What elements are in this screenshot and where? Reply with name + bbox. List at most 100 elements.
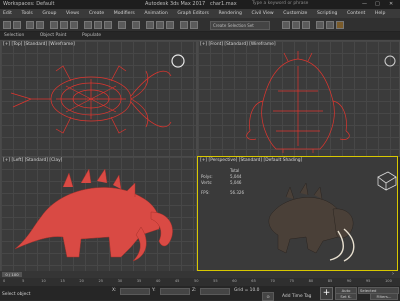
minimize-button[interactable]: — bbox=[362, 1, 367, 7]
scale-icon[interactable] bbox=[104, 21, 112, 29]
menu-scripting[interactable]: Scripting bbox=[317, 9, 337, 18]
mirror-icon[interactable] bbox=[180, 21, 188, 29]
timeline-tick-label: 60 bbox=[232, 279, 237, 283]
coord-z-field[interactable] bbox=[200, 288, 230, 295]
timeline-tick-label: 90 bbox=[346, 279, 352, 283]
time-slider[interactable]: 0 / 100 › bbox=[0, 271, 400, 278]
snap-icon[interactable] bbox=[146, 21, 154, 29]
tab-selection[interactable]: Selection bbox=[4, 32, 24, 39]
angle-snap-icon[interactable] bbox=[156, 21, 164, 29]
align-icon[interactable] bbox=[190, 21, 198, 29]
viewcube-persp-icon bbox=[377, 171, 397, 184]
timeline-tick-label: 10 bbox=[41, 279, 46, 283]
menu-create[interactable]: Create bbox=[89, 9, 104, 18]
material-editor-icon[interactable] bbox=[302, 21, 310, 29]
pivot-icon[interactable] bbox=[132, 21, 140, 29]
file-name: char1.max bbox=[210, 1, 237, 7]
left-clay-model bbox=[14, 168, 173, 262]
app-title: Autodesk 3ds Max 2017 bbox=[145, 1, 206, 7]
maximize-button[interactable]: □ bbox=[375, 1, 380, 7]
set-key-button[interactable]: Set K. bbox=[335, 293, 357, 300]
region-select-icon[interactable] bbox=[70, 21, 78, 29]
menu-tools[interactable]: Tools bbox=[22, 9, 33, 18]
timeline-tick-label: 100 bbox=[385, 279, 392, 283]
menu-bar: Edit Tools Group Views Create Modifiers … bbox=[0, 9, 400, 18]
link-icon[interactable] bbox=[26, 21, 34, 29]
timeline-tick-label: 35 bbox=[136, 279, 142, 283]
timeline-tick-label: 80 bbox=[308, 279, 314, 283]
reference-coord-icon[interactable] bbox=[118, 21, 126, 29]
schematic-view-icon[interactable] bbox=[292, 21, 300, 29]
undo-icon[interactable] bbox=[3, 21, 11, 29]
render-icon[interactable] bbox=[336, 21, 344, 29]
timeline-tick-label: 50 bbox=[194, 279, 199, 283]
status-bar: Select object X: Y: Z: Grid = 10.0 Add T… bbox=[0, 286, 400, 301]
timeline-tick-label: 75 bbox=[289, 279, 295, 283]
coord-y-label: Y: bbox=[152, 288, 156, 293]
time-slider-handle[interactable]: 0 / 100 bbox=[2, 272, 22, 277]
select-by-name-icon[interactable] bbox=[60, 21, 68, 29]
curve-editor-icon[interactable] bbox=[282, 21, 290, 29]
viewport-perspective[interactable]: [+] [Perspective] [Standard] [Default Sh… bbox=[197, 156, 398, 271]
coord-x-field[interactable] bbox=[120, 288, 150, 295]
viewcube-icon bbox=[171, 54, 185, 68]
unlink-icon[interactable] bbox=[36, 21, 44, 29]
timeline-tick-label: 65 bbox=[251, 279, 256, 283]
key-filters-button[interactable]: Filters... bbox=[370, 293, 398, 300]
menu-group[interactable]: Group bbox=[42, 9, 56, 18]
menu-views[interactable]: Views bbox=[66, 9, 79, 18]
key-mode-icon[interactable]: + bbox=[320, 287, 333, 300]
title-bar: Workspaces: Default Autodesk 3ds Max 201… bbox=[0, 0, 400, 9]
timeline-tick-label: 20 bbox=[79, 279, 84, 283]
menu-customize[interactable]: Customize bbox=[283, 9, 307, 18]
menu-help[interactable]: Help bbox=[375, 9, 385, 18]
menu-modifiers[interactable]: Modifiers bbox=[114, 9, 135, 18]
workspace-selector[interactable]: Workspaces: Default bbox=[3, 1, 54, 7]
select-object-icon[interactable] bbox=[50, 21, 58, 29]
menu-rendering[interactable]: Rendering bbox=[218, 9, 241, 18]
add-time-tag[interactable]: Add Time Tag bbox=[282, 294, 311, 299]
viewport-front[interactable]: [+] [Front] [Standard] [Wireframe] bbox=[197, 40, 400, 157]
selection-status: Select object bbox=[2, 292, 31, 297]
menu-edit[interactable]: Edit bbox=[3, 9, 12, 18]
coord-z-label: Z: bbox=[192, 288, 197, 293]
timeline-tick-label: 40 bbox=[155, 279, 161, 283]
front-wireframe-model bbox=[246, 51, 396, 153]
viewport-left[interactable]: [+] [Left] [Standard] [Clay] bbox=[0, 156, 197, 273]
ribbon-tabs: Selection Object Paint Populate bbox=[0, 32, 400, 39]
coord-x-label: X: bbox=[112, 288, 117, 293]
menu-graph-editors[interactable]: Graph Editors bbox=[177, 9, 209, 18]
coord-y-field[interactable] bbox=[160, 288, 190, 295]
viewport-top[interactable]: [+] [Top] [Standard] [Wireframe] bbox=[0, 40, 197, 157]
top-wireframe-model bbox=[10, 54, 185, 134]
timeline-tick-label: 15 bbox=[60, 279, 65, 283]
timeline-tick-label: 5 bbox=[22, 279, 25, 283]
main-toolbar: Create Selection Set bbox=[0, 18, 400, 32]
timeline-tick-label: 95 bbox=[365, 279, 371, 283]
selection-set-dropdown[interactable]: Create Selection Set bbox=[210, 21, 270, 30]
move-icon[interactable] bbox=[84, 21, 92, 29]
render-setup-icon[interactable] bbox=[316, 21, 324, 29]
timeline-tick-label: 55 bbox=[213, 279, 218, 283]
menu-content[interactable]: Content bbox=[347, 9, 365, 18]
tab-object-paint[interactable]: Object Paint bbox=[40, 32, 67, 39]
timeline-tick-label: 45 bbox=[174, 279, 180, 283]
timeline-tick-label: 30 bbox=[117, 279, 123, 283]
menu-animation[interactable]: Animation bbox=[144, 9, 167, 18]
close-button[interactable]: ✕ bbox=[389, 1, 393, 7]
timeline-tick-label: 85 bbox=[327, 279, 333, 283]
next-frame-icon[interactable]: › bbox=[392, 271, 394, 277]
timeline-tick-label: 25 bbox=[98, 279, 104, 283]
perspective-shaded-model bbox=[268, 171, 397, 262]
search-input[interactable]: Type a keyword or phrase bbox=[252, 1, 308, 6]
menu-civil-view[interactable]: Civil View bbox=[252, 9, 274, 18]
rotate-icon[interactable] bbox=[94, 21, 102, 29]
grid-size: Grid = 10.0 bbox=[234, 288, 260, 293]
track-bar[interactable]: 0 5 10 15 20 25 30 35 40 45 50 55 60 65 70 75 80 85 90 95 10… bbox=[0, 278, 400, 286]
render-frame-icon[interactable] bbox=[326, 21, 334, 29]
percent-snap-icon[interactable] bbox=[166, 21, 174, 29]
timeline-tick-label: 70 bbox=[270, 279, 275, 283]
timeline-tick-label: 0 bbox=[3, 279, 6, 283]
redo-icon[interactable] bbox=[13, 21, 21, 29]
tab-populate[interactable]: Populate bbox=[82, 32, 101, 39]
